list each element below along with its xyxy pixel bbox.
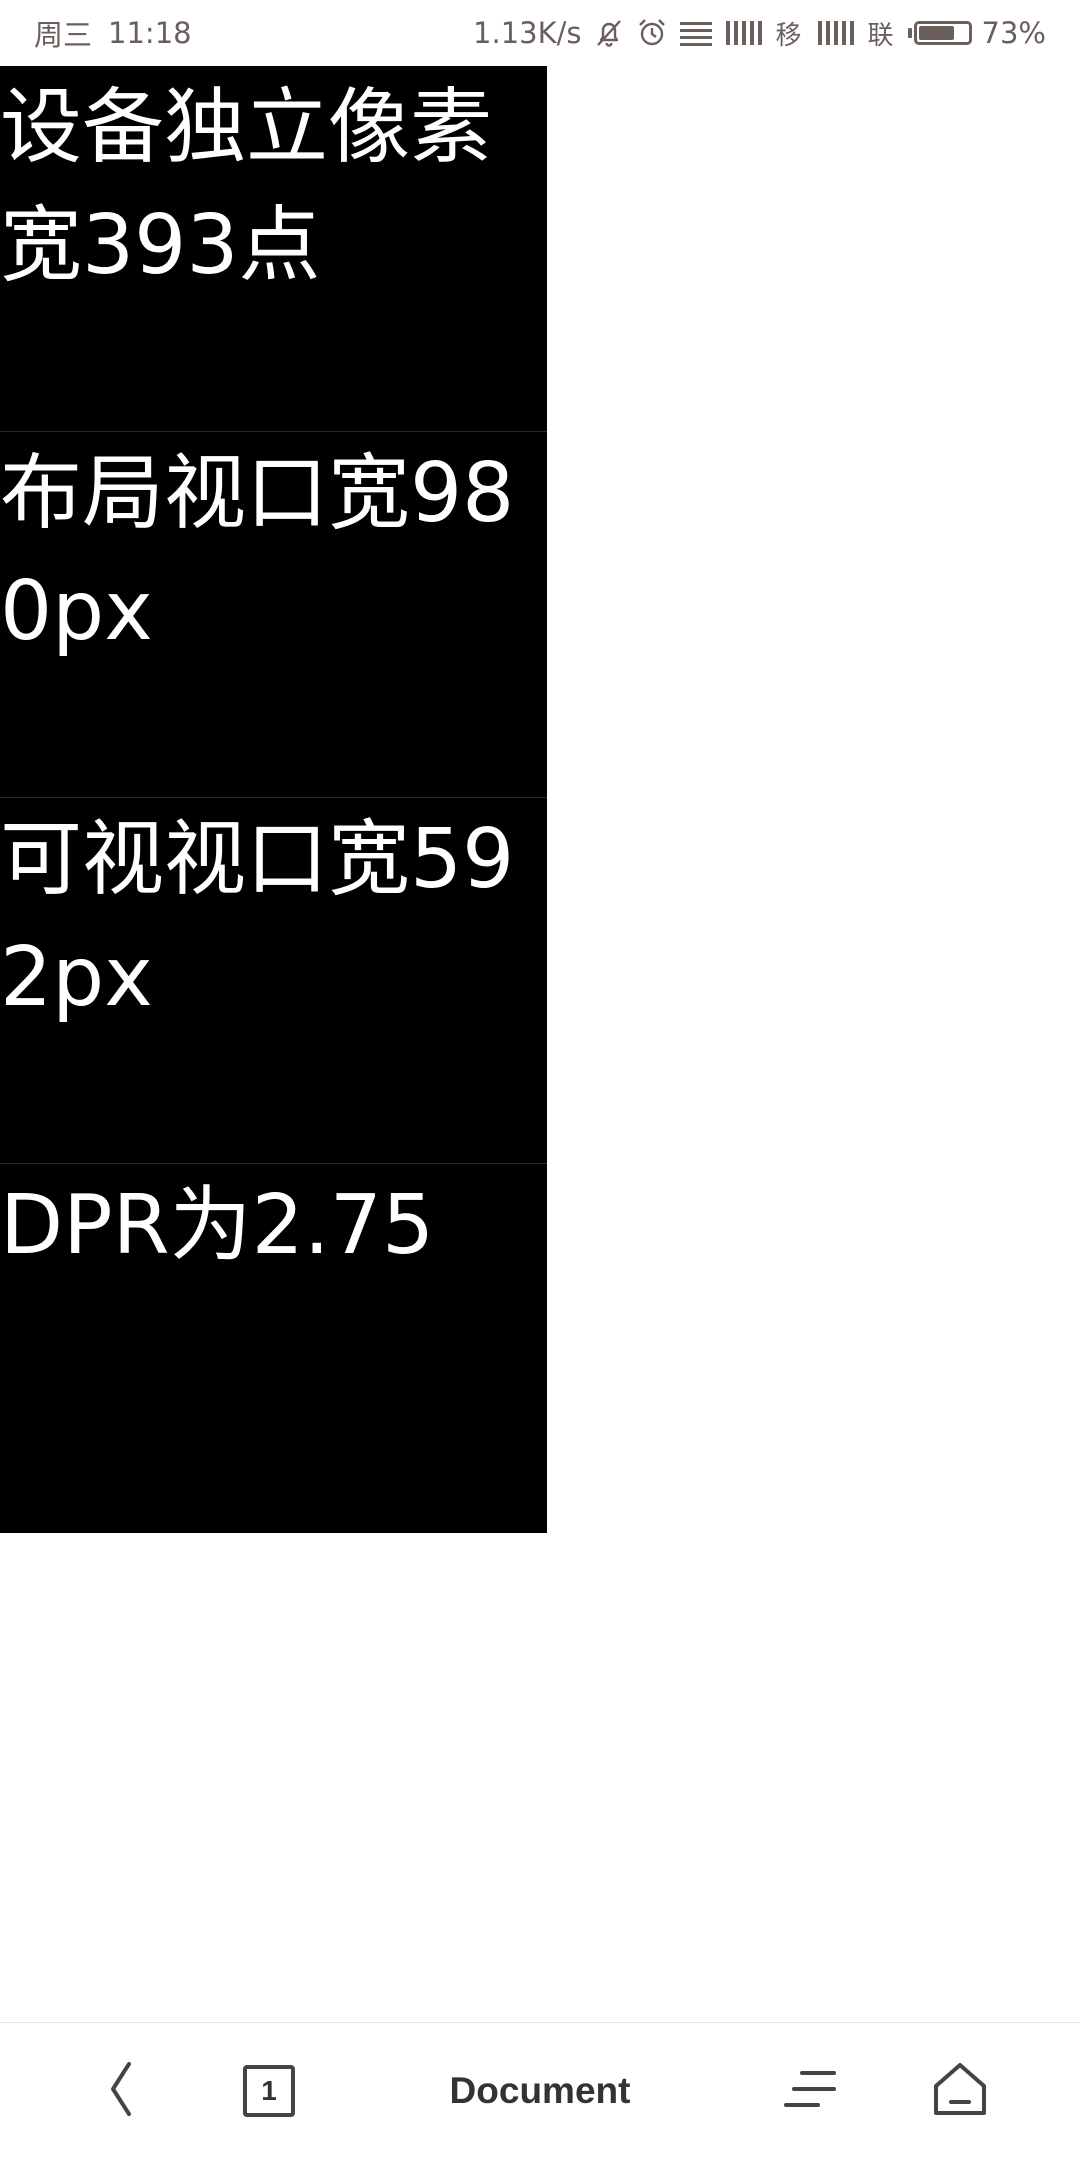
tabs-icon: 1 bbox=[243, 2065, 295, 2117]
signal-icon bbox=[816, 18, 856, 48]
back-icon bbox=[105, 2060, 135, 2122]
status-time: 11:18 bbox=[108, 16, 192, 50]
home-icon bbox=[931, 2060, 989, 2122]
dpr-text: DPR为2.75 bbox=[0, 1178, 435, 1273]
menu-button[interactable] bbox=[770, 2023, 850, 2159]
device-independent-width-text: 设备独立像素宽393点 bbox=[0, 80, 493, 293]
status-net-speed: 1.13K/s bbox=[473, 16, 582, 50]
status-weekday: 周三 bbox=[34, 18, 93, 52]
mute-icon bbox=[592, 16, 626, 50]
page-title[interactable]: Document bbox=[400, 2023, 680, 2159]
battery-icon bbox=[907, 21, 972, 45]
signal-icon bbox=[724, 18, 764, 48]
status-bar: 周三 11:18 1.13K/s 移 联 73% bbox=[0, 0, 1080, 66]
alarm-icon bbox=[636, 17, 668, 49]
battery-body bbox=[913, 21, 972, 45]
battery-fill bbox=[918, 26, 954, 40]
carrier-1-label: 移 bbox=[775, 20, 802, 51]
battery-percent: 73% bbox=[981, 16, 1046, 50]
back-button[interactable] bbox=[80, 2023, 160, 2159]
carrier-2-label: 联 bbox=[867, 20, 894, 51]
visual-viewport-width-text: 可视视口宽592px bbox=[0, 812, 515, 1025]
status-left: 周三 11:18 bbox=[34, 0, 192, 66]
home-button[interactable] bbox=[920, 2023, 1000, 2159]
battery-cap bbox=[907, 28, 912, 38]
browser-bottom-bar: 1 Document bbox=[0, 2022, 1080, 2161]
content-panel: 设备独立像素宽393点 布局视口宽980px 可视视口宽592px DPR为2.… bbox=[0, 66, 547, 1533]
info-cell: 布局视口宽980px bbox=[0, 432, 547, 798]
info-cell: DPR为2.75 bbox=[0, 1164, 547, 1533]
menu-icon bbox=[782, 2066, 838, 2116]
info-cell: 设备独立像素宽393点 bbox=[0, 66, 547, 432]
status-right: 1.13K/s 移 联 73% bbox=[473, 0, 1046, 66]
layout-viewport-width-text: 布局视口宽980px bbox=[0, 446, 515, 659]
info-cell: 可视视口宽592px bbox=[0, 798, 547, 1164]
tabs-button[interactable]: 1 bbox=[228, 2023, 310, 2159]
data-lines-icon bbox=[678, 18, 714, 48]
tab-count: 1 bbox=[261, 2075, 277, 2106]
